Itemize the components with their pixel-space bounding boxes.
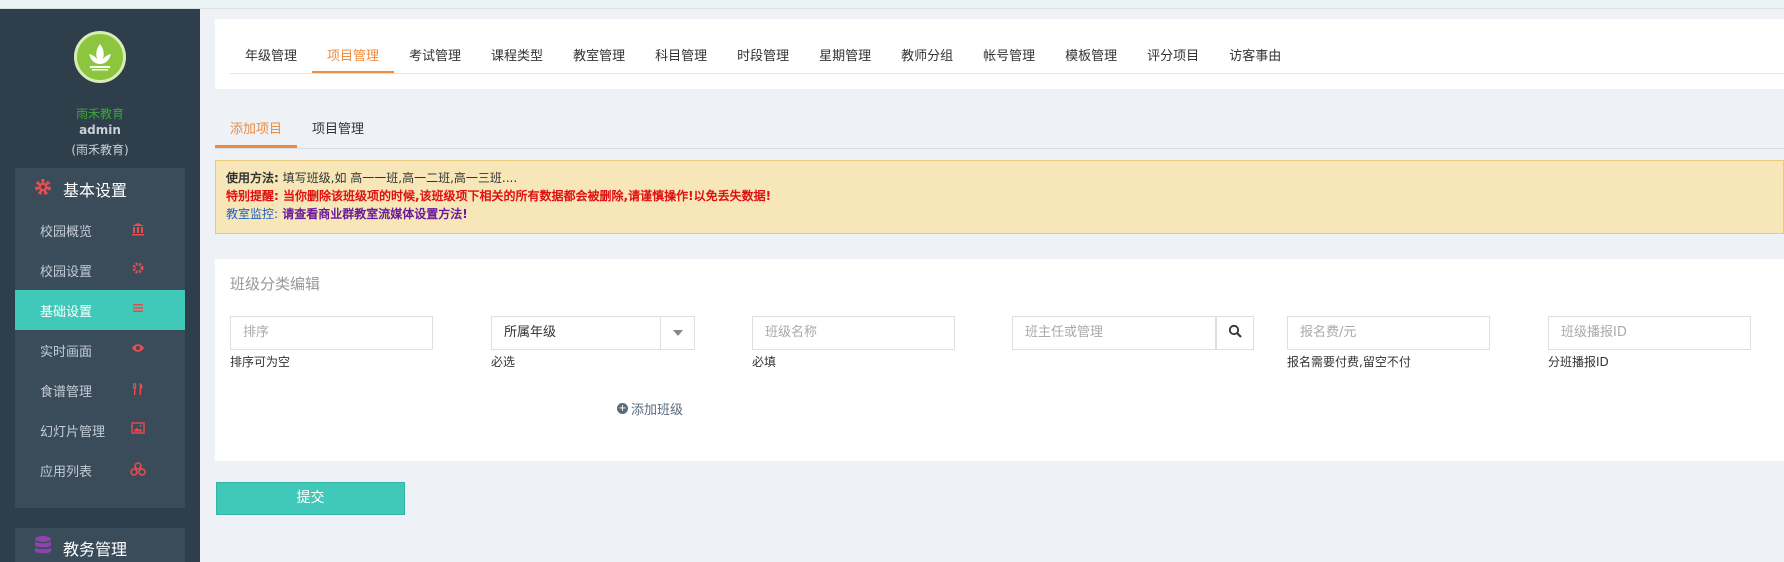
add-class-label: 添加班级 — [631, 403, 684, 418]
form-title: 班级分类编辑 — [230, 275, 321, 293]
group-header-basic[interactable]: 基本设置 — [15, 168, 185, 210]
tab-scoring-items[interactable]: 评分项目 — [1132, 41, 1214, 73]
chevron-down-icon — [660, 317, 694, 349]
image-icon — [130, 422, 146, 438]
fee-hint: 报名需要付费,留空不付 — [1287, 355, 1411, 369]
sidebar-item-live-view[interactable]: 实时画面 — [15, 330, 185, 370]
usage-line: 使用方法: 填写班级,如 高一一班,高一二班,高一三班.... — [226, 169, 1773, 187]
class-name-hint: 必填 — [752, 355, 777, 369]
tab-account-management[interactable]: 帐号管理 — [968, 41, 1050, 73]
tab-visitor-reasons[interactable]: 访客事由 — [1214, 41, 1296, 73]
subtabs-divider — [215, 148, 1784, 149]
sidebar-item-campus-settings[interactable]: 校园设置 — [15, 250, 185, 290]
sort-input[interactable]: 排序 — [230, 316, 433, 350]
sidebar-item-label: 基础设置 — [40, 304, 93, 320]
list-icon — [130, 302, 146, 318]
tab-add-project[interactable]: 添加项目 — [215, 112, 298, 148]
top-tabs-panel: 年级管理 项目管理 考试管理 课程类型 教室管理 科目管理 时段管理 星期管理 … — [215, 19, 1784, 89]
usage-notice: 使用方法: 填写班级,如 高一一班,高一二班,高一三班.... 特别提醒: 当你… — [215, 160, 1784, 234]
group-header-academic[interactable]: 教务管理 — [15, 528, 185, 562]
username: admin — [79, 123, 121, 137]
sort-hint: 排序可为空 — [230, 355, 291, 369]
tab-subject-management[interactable]: 科目管理 — [640, 41, 722, 73]
brand-name: 雨禾教育 — [75, 107, 124, 121]
eye-icon — [130, 342, 146, 358]
sidebar-item-recipes[interactable]: 食谱管理 — [15, 370, 185, 410]
sidebar-item-slides[interactable]: 幻灯片管理 — [15, 410, 185, 450]
submit-button[interactable]: 提交 — [216, 482, 405, 515]
grade-hint: 必选 — [491, 355, 516, 369]
sidebar-item-label: 应用列表 — [40, 464, 93, 480]
add-class-button[interactable]: + 添加班级 — [617, 399, 683, 418]
tab-project-list[interactable]: 项目管理 — [297, 112, 379, 148]
bank-icon — [130, 222, 146, 238]
grade-select[interactable]: 所属年级 — [491, 316, 695, 350]
sidebar-item-label: 校园概览 — [40, 224, 93, 240]
group-label-academic: 教务管理 — [63, 540, 128, 559]
tab-weekday-management[interactable]: 星期管理 — [804, 41, 886, 73]
usage-label: 使用方法: — [226, 171, 279, 185]
monitor-link[interactable]: 请查看商业群教室流媒体设置方法! — [282, 207, 467, 221]
tab-project-management[interactable]: 项目管理 — [312, 41, 395, 73]
monitor-line: 教室监控: 请查看商业群教室流媒体设置方法! — [226, 205, 1773, 223]
grade-select-value: 所属年级 — [504, 325, 557, 340]
cutlery-icon — [130, 382, 146, 398]
top-tabs: 年级管理 项目管理 考试管理 课程类型 教室管理 科目管理 时段管理 星期管理 … — [230, 41, 1296, 73]
teacher-search-button[interactable] — [1216, 316, 1254, 350]
warning-line: 特别提醒: 当你删除该班级项的时候,该班级项下相关的所有数据都会被删除,请谨慎操… — [226, 189, 772, 203]
search-icon — [1228, 324, 1242, 342]
stream-id-hint: 分班播报ID — [1548, 355, 1609, 369]
tab-classroom-management[interactable]: 教室管理 — [558, 41, 640, 73]
cog-icon — [130, 262, 146, 278]
sidebar-item-label: 幻灯片管理 — [40, 424, 106, 440]
menu-group-basic: 基本设置 校园概览 校园设置 基础设置 实时画面 食谱管理 幻灯片管理 应用列表 — [15, 168, 185, 508]
logo — [74, 31, 126, 83]
sidebar-item-label: 食谱管理 — [40, 384, 93, 400]
sub-tabs: 添加项目 项目管理 — [215, 112, 379, 148]
monitor-label: 教室监控: — [226, 207, 279, 221]
cubes-icon — [130, 462, 146, 478]
class-edit-panel: 班级分类编辑 排序 排序可为空 所属年级 必选 班级名称 必填 班主任或管理 报… — [215, 259, 1784, 461]
sidebar-item-campus-overview[interactable]: 校园概览 — [15, 210, 185, 250]
tabs-divider — [230, 73, 1784, 74]
tab-teacher-groups[interactable]: 教师分组 — [886, 41, 968, 73]
usage-text: 填写班级,如 高一一班,高一二班,高一三班.... — [282, 171, 518, 185]
tab-template-management[interactable]: 模板管理 — [1050, 41, 1132, 73]
group-label-basic: 基本设置 — [63, 181, 128, 200]
tab-exam-management[interactable]: 考试管理 — [394, 41, 476, 73]
plus-circle-icon: + — [617, 403, 628, 414]
sidebar-item-apps[interactable]: 应用列表 — [15, 450, 185, 490]
tab-course-type[interactable]: 课程类型 — [476, 41, 558, 73]
gear-icon — [33, 177, 53, 202]
sidebar-item-label: 校园设置 — [40, 264, 93, 280]
org-name: (雨禾教育) — [71, 143, 129, 157]
class-name-input[interactable]: 班级名称 — [752, 316, 955, 350]
stream-id-input[interactable]: 班级播报ID — [1548, 316, 1751, 350]
teacher-input[interactable]: 班主任或管理 — [1012, 316, 1216, 350]
fee-input[interactable]: 报名费/元 — [1287, 316, 1490, 350]
top-bar — [0, 0, 1784, 9]
sidebar-item-label: 实时画面 — [40, 344, 93, 360]
tab-grade-management[interactable]: 年级管理 — [230, 41, 312, 73]
sidebar-item-basic-settings[interactable]: 基础设置 — [15, 290, 185, 330]
database-icon — [33, 535, 53, 562]
tab-period-management[interactable]: 时段管理 — [722, 41, 804, 73]
